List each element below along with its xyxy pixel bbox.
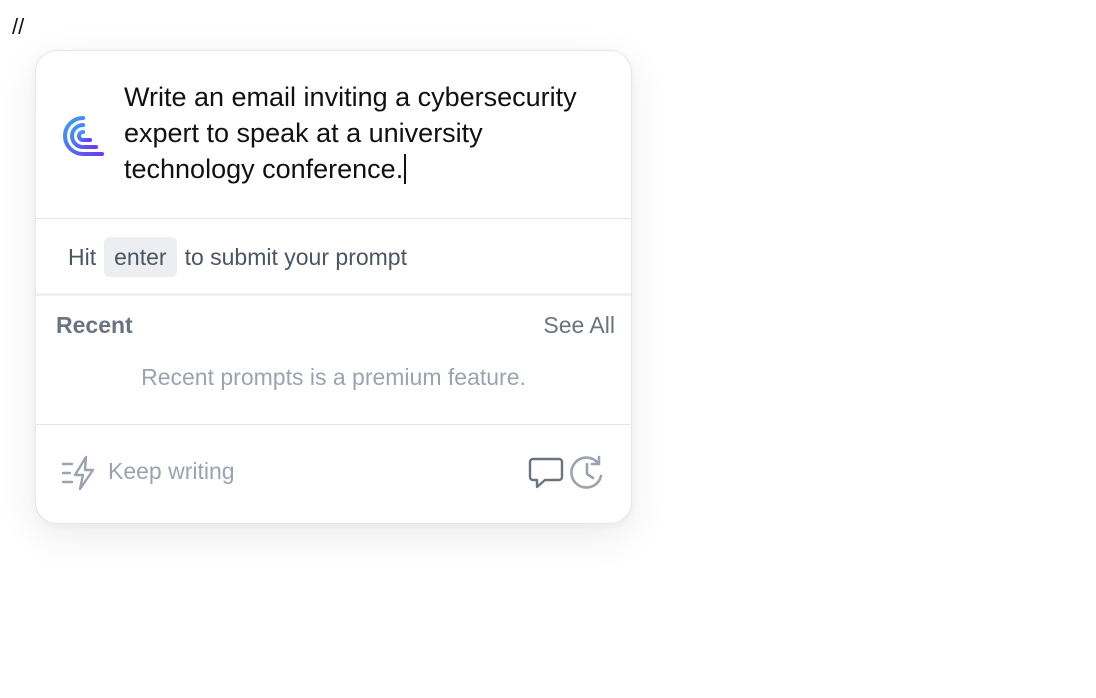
submit-hint: Hit enter to submit your prompt	[68, 237, 407, 277]
lightning-icon[interactable]	[60, 454, 98, 492]
keep-writing-button[interactable]: Keep writing	[108, 458, 235, 485]
submit-hint-row: Hit enter to submit your prompt	[36, 218, 631, 296]
history-icon[interactable]	[568, 454, 606, 492]
ai-prompt-popup: Write an email inviting a cybersecurity …	[35, 50, 632, 524]
chat-bubble-icon[interactable]	[528, 456, 564, 490]
prompt-input-area[interactable]: Write an email inviting a cybersecurity …	[36, 51, 631, 219]
recent-prompts-section: Recent See All Recent prompts is a premi…	[36, 296, 631, 425]
recent-title: Recent	[56, 312, 133, 338]
slash-trigger-text: //	[12, 14, 25, 39]
hint-suffix: to submit your prompt	[184, 243, 407, 270]
premium-feature-message: Recent prompts is a premium feature.	[141, 364, 526, 390]
text-caret	[404, 154, 407, 184]
see-all-link[interactable]: See All	[543, 312, 615, 339]
ai-logo-icon	[63, 116, 104, 156]
prompt-text: Write an email inviting a cybersecurity …	[124, 82, 577, 184]
popup-footer: Keep writing	[36, 424, 631, 523]
hint-prefix: Hit	[68, 243, 97, 270]
prompt-input[interactable]: Write an email inviting a cybersecurity …	[124, 79, 604, 187]
enter-key-badge: enter	[104, 237, 177, 277]
